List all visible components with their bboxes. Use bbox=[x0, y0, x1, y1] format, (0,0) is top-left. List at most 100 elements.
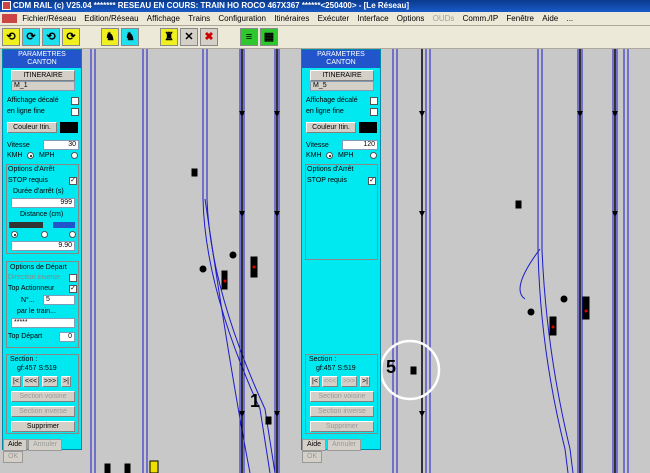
itineraire-button[interactable]: ITINERAIRE bbox=[310, 70, 374, 81]
top-actionneur-checkbox[interactable]: ✓ bbox=[69, 285, 77, 293]
nav-first-button[interactable]: |< bbox=[11, 376, 21, 387]
affichage-decale-checkbox[interactable] bbox=[370, 97, 378, 105]
affichage-decale-label: Affichage décalé bbox=[306, 97, 358, 104]
loop-left-icon[interactable]: ⟲ bbox=[2, 28, 20, 46]
loop-right-icon[interactable]: ⟳ bbox=[22, 28, 40, 46]
panel-title-line2: CANTON bbox=[326, 59, 356, 66]
itineraire-field[interactable]: M_1 bbox=[11, 81, 75, 91]
menu-edition[interactable]: Edition/Réseau bbox=[81, 12, 141, 25]
vitesse-field[interactable]: 120 bbox=[342, 140, 378, 150]
nav-prev-button[interactable]: <<< bbox=[23, 376, 39, 387]
mph-label: MPH bbox=[338, 152, 354, 159]
menu-trains[interactable]: Trains bbox=[185, 12, 213, 25]
supprimer-button[interactable]: Supprimer bbox=[11, 421, 75, 432]
couleur-itin-button[interactable]: Couleur Itin. bbox=[306, 122, 356, 133]
annuler-button[interactable]: Annuler bbox=[327, 439, 362, 451]
color-swatch[interactable] bbox=[359, 122, 377, 133]
stop-requis-label: STOP requis bbox=[307, 177, 347, 184]
aide-button[interactable]: Aide bbox=[302, 439, 327, 451]
right-canton-panel: PARAMETRES CANTON ITINERAIRE M_5 Afficha… bbox=[301, 49, 381, 463]
train-blue-icon[interactable]: ♞ bbox=[121, 28, 139, 46]
nav-next-button[interactable]: >>> bbox=[42, 376, 58, 387]
menu-aide[interactable]: Aide bbox=[539, 12, 561, 25]
train-icon[interactable]: ♞ bbox=[101, 28, 119, 46]
panel-title-line1: PARAMETRES bbox=[317, 51, 365, 58]
distance-radio-3[interactable] bbox=[69, 231, 76, 238]
train-cross-icon[interactable]: ✕ bbox=[180, 28, 198, 46]
nav-prev-button[interactable]: <<< bbox=[322, 376, 338, 387]
color-swatch[interactable] bbox=[60, 122, 78, 133]
left-panel-title: PARAMETRES CANTON bbox=[3, 50, 81, 68]
menu-interface[interactable]: Interface bbox=[354, 12, 391, 25]
train-select[interactable]: ***** bbox=[11, 318, 75, 328]
train-delete-icon[interactable]: ✖ bbox=[200, 28, 218, 46]
vitesse-label: Vitesse bbox=[7, 142, 30, 149]
en-ligne-fine-label: en ligne fine bbox=[306, 108, 344, 115]
aide-button[interactable]: Aide bbox=[3, 439, 28, 451]
supprimer-button[interactable]: Supprimer bbox=[310, 421, 374, 432]
document-icon[interactable] bbox=[2, 14, 17, 24]
n-label: N°... bbox=[21, 297, 35, 304]
options-arret-label: Options d'Arrêt bbox=[8, 166, 55, 173]
number-label-1: 1 bbox=[250, 391, 261, 411]
menu-options[interactable]: Options bbox=[394, 12, 428, 25]
top-depart-field[interactable]: 0 bbox=[59, 332, 75, 342]
menu-bar: Fichier/Réseau Edition/Réseau Affichage … bbox=[0, 12, 650, 26]
section-label: Section : bbox=[10, 356, 38, 363]
menu-more[interactable]: ... bbox=[563, 12, 576, 25]
menu-comm-ip[interactable]: Comm./IP bbox=[460, 12, 502, 25]
direction-inverse-checkbox[interactable] bbox=[69, 274, 77, 282]
stop-requis-checkbox[interactable]: ✓ bbox=[69, 177, 77, 185]
loop-both-icon[interactable]: ⟲ bbox=[42, 28, 60, 46]
nav-last-button[interactable]: >| bbox=[61, 376, 71, 387]
section-inverse-button[interactable]: Section inverse bbox=[11, 406, 75, 417]
mph-radio[interactable] bbox=[370, 152, 377, 159]
distance-radio-1[interactable] bbox=[11, 231, 18, 238]
nav-next-button[interactable]: >>> bbox=[341, 376, 357, 387]
menu-configuration[interactable]: Configuration bbox=[215, 12, 269, 25]
stop-requis-checkbox[interactable]: ✓ bbox=[368, 177, 376, 185]
panel-title-line2: CANTON bbox=[27, 59, 57, 66]
menu-ouds: OUDs bbox=[432, 14, 455, 23]
menu-fichier[interactable]: Fichier/Réseau bbox=[19, 12, 79, 25]
section-inverse-button[interactable]: Section inverse bbox=[310, 406, 374, 417]
section-voisine-button[interactable]: Section voisine bbox=[11, 391, 75, 402]
ok-button[interactable]: OK bbox=[302, 451, 323, 463]
menu-itineraires[interactable]: Itinéraires bbox=[271, 12, 312, 25]
menu-affichage[interactable]: Affichage bbox=[144, 12, 183, 25]
itineraire-button[interactable]: ITINERAIRE bbox=[11, 70, 75, 81]
itineraire-field[interactable]: M_5 bbox=[310, 81, 374, 91]
par-le-train-label: par le train... bbox=[17, 308, 56, 315]
distance-radio-2[interactable] bbox=[41, 231, 48, 238]
menu-executer[interactable]: Exécuter bbox=[315, 12, 353, 25]
vitesse-label: Vitesse bbox=[306, 142, 329, 149]
affichage-decale-checkbox[interactable] bbox=[71, 97, 79, 105]
ok-button[interactable]: OK bbox=[3, 451, 24, 463]
nav-last-button[interactable]: >| bbox=[360, 376, 370, 387]
right-bottom-bar: Aide Annuler OK bbox=[302, 439, 380, 463]
menu-fenetre[interactable]: Fenêtre bbox=[503, 12, 537, 25]
direction-inverse-label: Direction inverse bbox=[8, 274, 61, 281]
toolbar: ⟲ ⟳ ⟲ ⟳ ♞ ♞ ♜ ✕ ✖ ≡ ▦ bbox=[0, 26, 650, 49]
section-voisine-button[interactable]: Section voisine bbox=[310, 391, 374, 402]
distance-field[interactable]: 9.90 bbox=[11, 241, 75, 251]
vitesse-field[interactable]: 30 bbox=[43, 140, 79, 150]
annuler-button[interactable]: Annuler bbox=[28, 439, 63, 451]
train-stop-icon[interactable]: ♜ bbox=[160, 28, 178, 46]
section-group: Section : gf:457 S:519 |< <<< >>> >| Sec… bbox=[305, 354, 378, 434]
track-view-icon[interactable]: ≡ bbox=[240, 28, 258, 46]
duree-arret-field[interactable]: 999 bbox=[11, 198, 75, 208]
nav-first-button[interactable]: |< bbox=[310, 376, 320, 387]
options-arret-label: Options d'Arrêt bbox=[307, 166, 354, 173]
section-value: gf:457 S:519 bbox=[17, 365, 57, 372]
en-ligne-fine-checkbox[interactable] bbox=[71, 108, 79, 116]
couleur-itin-button[interactable]: Couleur Itin. bbox=[7, 122, 57, 133]
loop-swap-icon[interactable]: ⟳ bbox=[62, 28, 80, 46]
options-depart-group: Options de Départ Direction inverse Top … bbox=[6, 261, 79, 348]
track-layout-icon[interactable]: ▦ bbox=[260, 28, 278, 46]
kmh-radio[interactable] bbox=[27, 152, 34, 159]
kmh-radio[interactable] bbox=[326, 152, 333, 159]
n-select[interactable]: 5 bbox=[43, 295, 75, 305]
en-ligne-fine-checkbox[interactable] bbox=[370, 108, 378, 116]
mph-radio[interactable] bbox=[71, 152, 78, 159]
